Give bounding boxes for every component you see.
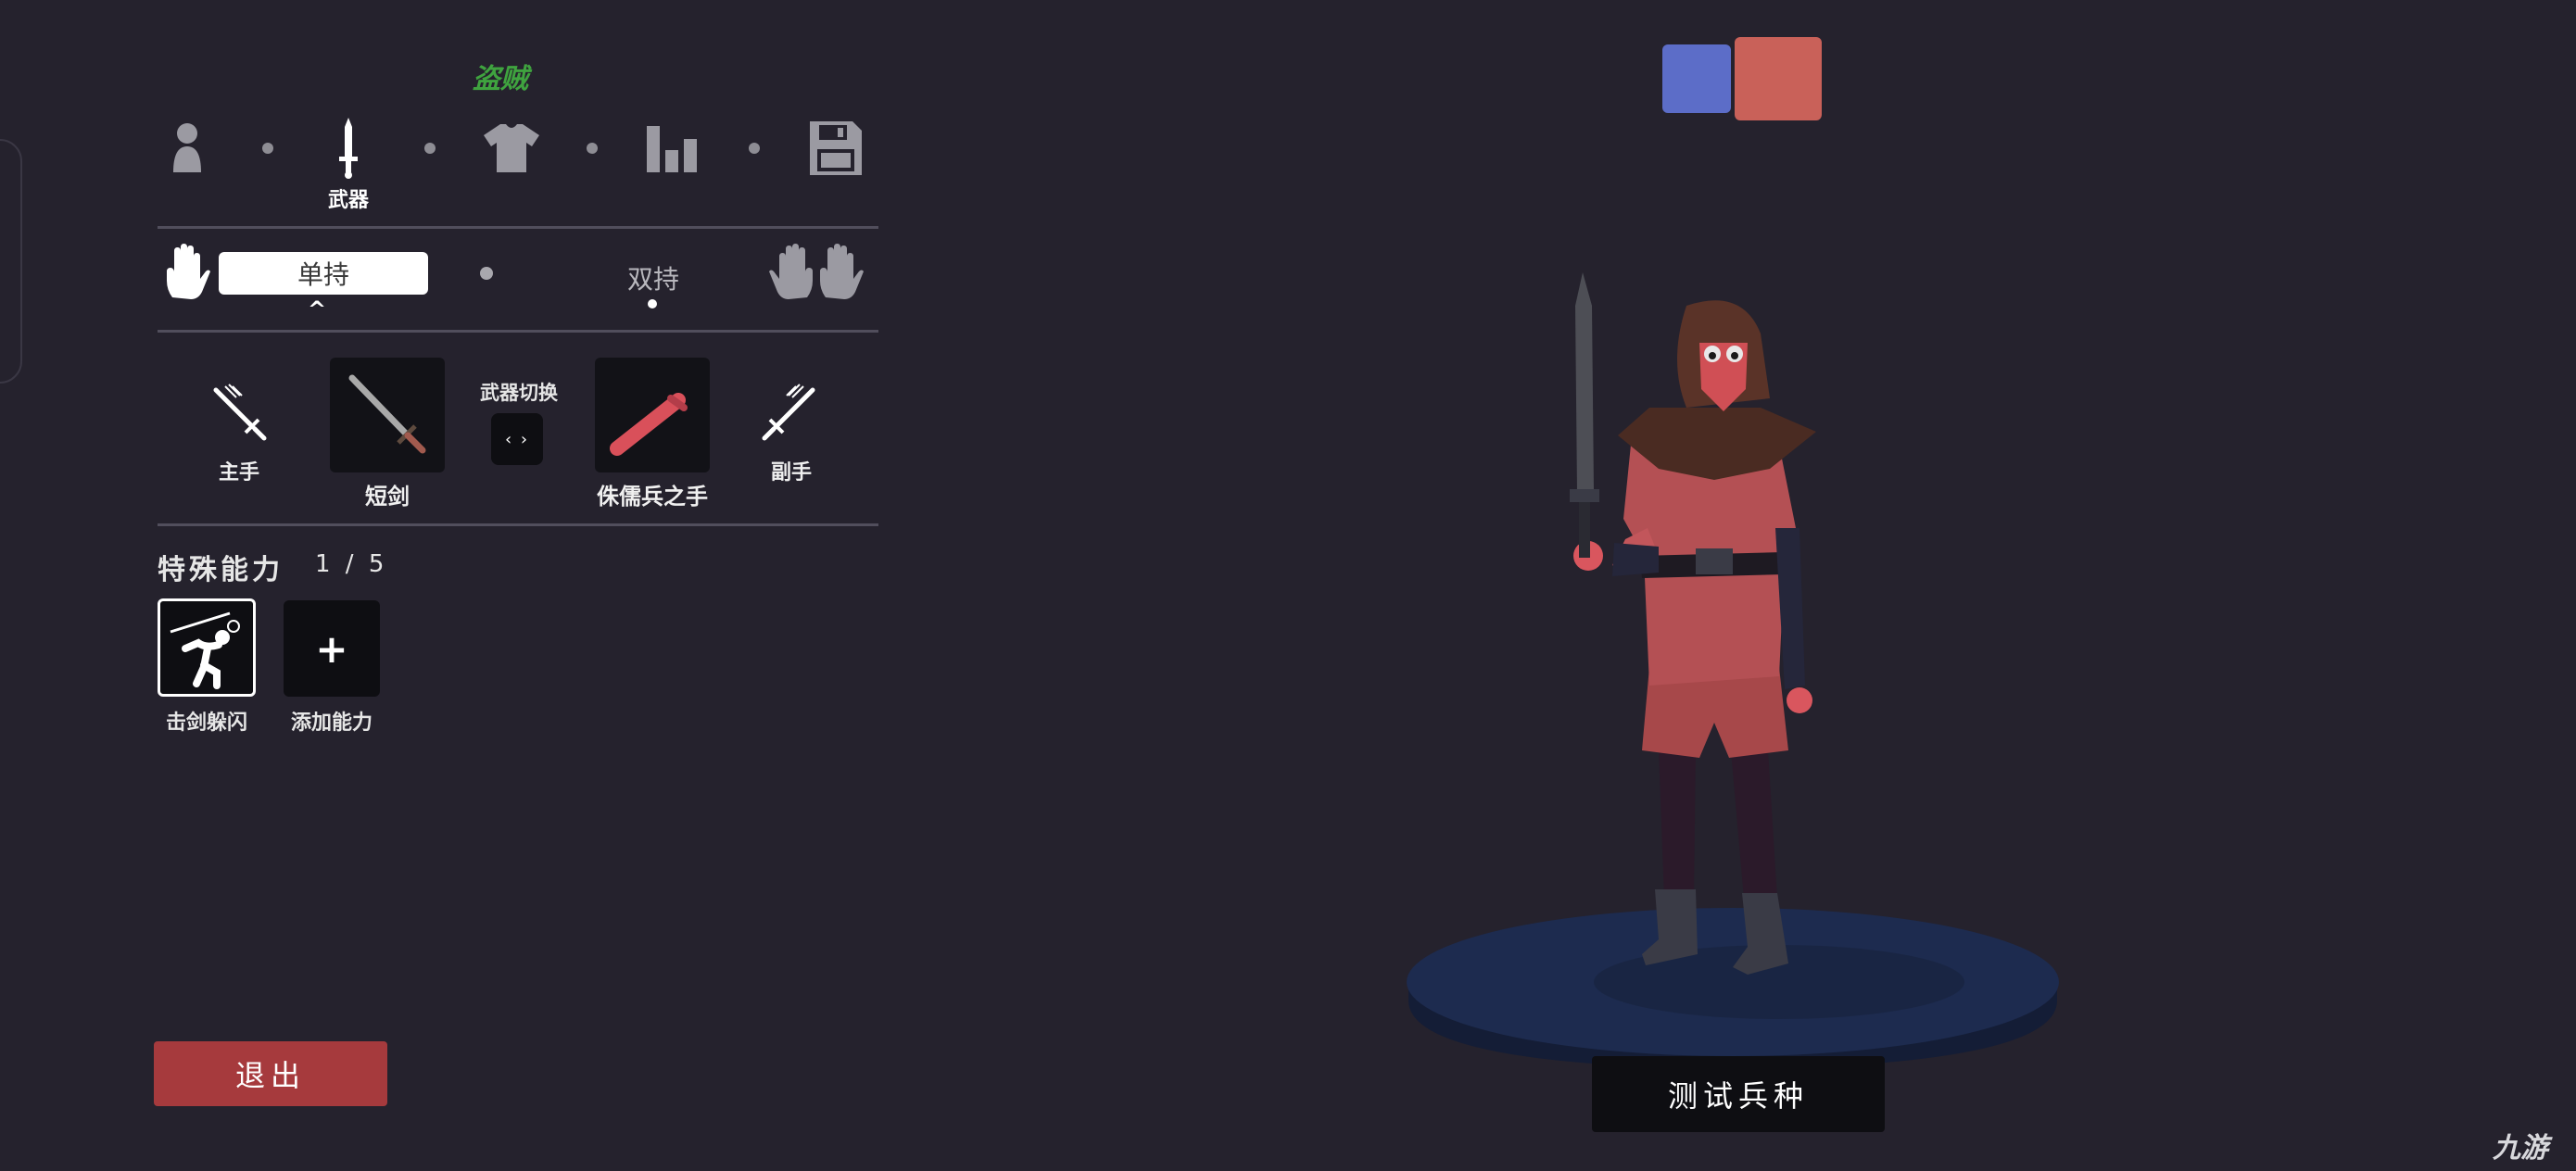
sword-icon <box>339 118 358 179</box>
person-icon <box>173 123 201 172</box>
plus-icon: + <box>315 625 348 672</box>
step-separator-dot <box>749 143 760 154</box>
step-stats-button[interactable] <box>636 111 710 185</box>
main-hand-slot[interactable] <box>204 380 272 445</box>
save-icon <box>810 121 862 175</box>
step-clothing-button[interactable] <box>474 111 549 185</box>
fencing-dodge-icon <box>170 611 240 689</box>
abilities-count: 1 / 5 <box>315 550 388 578</box>
hand-icon <box>167 244 210 299</box>
off-hand-sword-icon <box>762 384 815 441</box>
off-hand-label: 副手 <box>770 461 812 485</box>
watermark-logo: 九游 <box>2493 1132 2548 1165</box>
grip-slider-dot[interactable] <box>480 267 493 280</box>
two-hands-icon <box>769 244 864 299</box>
divider <box>158 523 878 526</box>
weapon-switch-button[interactable]: ‹ › <box>491 413 543 465</box>
team-blue-button[interactable] <box>1662 44 1731 113</box>
ability-fencing-dodge[interactable] <box>158 598 256 697</box>
stats-icon <box>647 126 697 172</box>
short-sword-icon <box>348 374 426 454</box>
team-red-button[interactable] <box>1735 37 1822 120</box>
gnome-hand-icon <box>610 393 688 456</box>
divider <box>158 330 878 333</box>
grip-single-option[interactable]: 单持 <box>219 252 428 295</box>
add-ability-label: 添加能力 <box>290 711 373 735</box>
abilities-title: 特殊能力 <box>158 554 284 586</box>
one-hand-grip-button[interactable] <box>159 243 215 302</box>
step-appearance-button[interactable] <box>150 111 224 185</box>
unit-preview <box>1407 272 2059 1069</box>
unit-name: 盗贼 <box>473 63 528 95</box>
shirt-icon <box>484 124 539 172</box>
unit-character <box>1570 272 1816 975</box>
main-weapon-slot[interactable] <box>330 358 445 472</box>
step-weapons-label: 武器 <box>327 189 369 212</box>
main-hand-label: 主手 <box>218 461 259 485</box>
off-hand-slot[interactable] <box>756 380 825 445</box>
exit-button[interactable]: 退出 <box>154 1041 387 1106</box>
step-separator-dot <box>262 143 273 154</box>
off-weapon-slot[interactable] <box>595 358 710 472</box>
side-drawer-handle[interactable] <box>0 139 22 384</box>
pedestal <box>1407 908 2059 1069</box>
test-unit-button[interactable]: 测试兵种 <box>1592 1056 1885 1132</box>
ability-label: 击剑躲闪 <box>165 711 247 735</box>
weapon-switch-title: 武器切换 <box>480 382 558 404</box>
divider <box>158 226 878 229</box>
grip-dual-dot <box>648 299 657 308</box>
step-separator-dot <box>424 143 436 154</box>
step-weapons-button[interactable] <box>311 111 385 185</box>
off-weapon-label: 侏儒兵之手 <box>597 484 708 510</box>
grip-dual-option[interactable]: 双持 <box>602 259 704 296</box>
step-separator-dot <box>587 143 598 154</box>
main-weapon-label: 短剑 <box>365 484 410 510</box>
step-save-button[interactable] <box>799 111 873 185</box>
main-hand-sword-icon <box>213 384 267 441</box>
add-ability-button[interactable]: + <box>284 600 380 697</box>
selected-caret-icon: ^ <box>308 296 327 322</box>
two-hand-grip-button[interactable] <box>765 243 867 302</box>
